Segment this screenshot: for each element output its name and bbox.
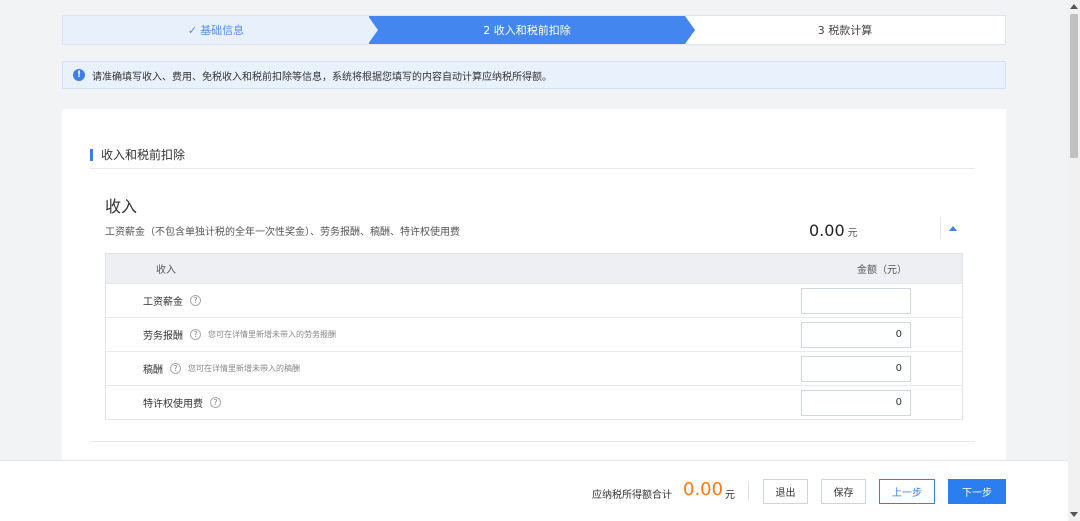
table-row: 工资薪金?	[106, 283, 962, 317]
manuscript-fee-input[interactable]: 0	[801, 355, 911, 382]
row-hint: 您可在详情里新增未带入的劳务报酬	[208, 330, 336, 339]
income-table: 收入 金额（元） 工资薪金? 劳务报酬? 您可在详情里新增未带入的劳务报酬 0 稿…	[105, 253, 963, 420]
sum-value: 0.00	[683, 479, 724, 500]
row-label-license: 特许权使用费	[143, 399, 203, 410]
caret-up-icon	[948, 225, 957, 231]
footer-bar: 应纳税所得额合计 0.00 元 退出 保存 上一步 下一步	[0, 460, 1068, 521]
scroll-up-icon[interactable]	[1070, 4, 1078, 9]
info-icon: !	[73, 69, 85, 81]
labor-income-input[interactable]: 0	[801, 321, 911, 348]
row-label-labor: 劳务报酬	[143, 331, 183, 342]
table-row: 特许权使用费? 0	[106, 385, 962, 419]
scrollbar[interactable]	[1068, 0, 1080, 521]
income-heading: 收入	[105, 197, 138, 216]
table-header: 收入 金额（元）	[106, 254, 962, 283]
collapse-button[interactable]	[940, 217, 964, 239]
step-tax-calculation[interactable]: 3 税款计算	[685, 16, 1005, 44]
step-basic-info[interactable]: ✓ 基础信息	[63, 16, 369, 44]
income-description: 工资薪金（不包含单独计税的全年一次性奖金）、劳务报酬、稿酬、特许权使用费	[105, 227, 460, 238]
notice-text: 请准确填写收入、费用、免税收入和税前扣除等信息，系统将根据您填写的内容自动计算应…	[92, 71, 552, 83]
license-fee-input[interactable]: 0	[801, 389, 911, 416]
income-total-unit: 元	[847, 228, 858, 239]
sum-label: 应纳税所得额合计	[592, 490, 672, 501]
step-label: 2 收入和税前扣除	[483, 24, 571, 37]
step-progress-bar: ✓ 基础信息 2 收入和税前扣除 3 税款计算	[62, 15, 1006, 45]
info-notice: ! 请准确填写收入、费用、免税收入和税前扣除等信息，系统将根据您填写的内容自动计…	[62, 61, 1006, 89]
income-total: 0.00 元	[809, 221, 858, 240]
check-icon: ✓	[187, 23, 198, 37]
question-icon[interactable]: ?	[190, 295, 201, 306]
table-row: 劳务报酬? 您可在详情里新增未带入的劳务报酬 0	[106, 317, 962, 351]
sum-unit: 元	[725, 490, 735, 501]
step-label: 基础信息	[200, 24, 245, 37]
column-header-amount: 金额（元）	[857, 265, 907, 276]
question-icon[interactable]: ?	[190, 329, 201, 340]
row-label-salary: 工资薪金	[143, 297, 183, 308]
salary-input[interactable]	[801, 287, 911, 314]
step-income-deductions[interactable]: 2 收入和税前扣除	[368, 16, 695, 44]
row-label-royalties: 稿酬	[143, 365, 163, 376]
next-step-button[interactable]: 下一步	[948, 479, 1006, 504]
section-marker	[90, 148, 93, 161]
divider	[90, 441, 975, 442]
scrollbar-thumb[interactable]	[1070, 14, 1078, 158]
divider	[90, 168, 975, 169]
column-header-income: 收入	[156, 265, 176, 276]
section-title-text: 收入和税前扣除	[101, 148, 186, 162]
row-hint: 您可在详情里新增未带入的稿酬	[188, 364, 300, 373]
section-title: 收入和税前扣除	[90, 146, 185, 163]
question-icon[interactable]: ?	[170, 363, 181, 374]
table-row: 稿酬? 您可在详情里新增未带入的稿酬 0	[106, 351, 962, 385]
save-button[interactable]: 保存	[821, 479, 866, 504]
scroll-down-icon[interactable]	[1070, 512, 1078, 517]
previous-step-button[interactable]: 上一步	[879, 479, 935, 504]
income-total-value: 0.00	[809, 221, 845, 240]
main-card: 收入和税前扣除 收入 工资薪金（不包含单独计税的全年一次性奖金）、劳务报酬、稿酬…	[62, 109, 1006, 469]
divider	[748, 481, 749, 501]
step-label: 3 税款计算	[817, 24, 873, 37]
exit-button[interactable]: 退出	[763, 479, 808, 504]
question-icon[interactable]: ?	[210, 397, 221, 408]
